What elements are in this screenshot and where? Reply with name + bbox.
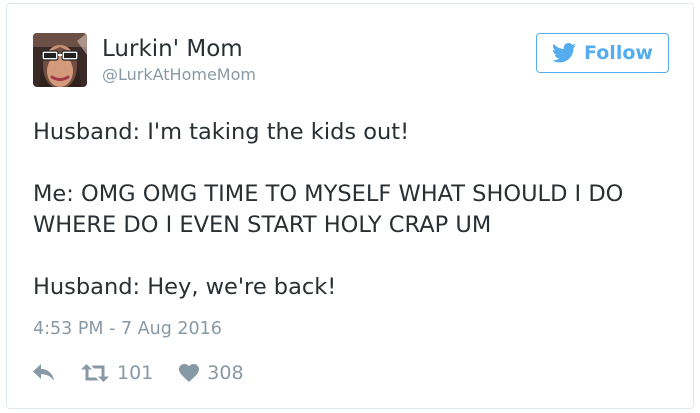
tweet-line-gap <box>33 241 673 272</box>
tweet-line-gap <box>33 148 673 179</box>
twitter-bird-icon <box>552 43 577 63</box>
tweet-timestamp[interactable]: 4:53 PM - 7 Aug 2016 <box>33 318 222 340</box>
follow-button-label: Follow <box>584 42 653 64</box>
like-button[interactable]: 308 <box>179 362 244 384</box>
reply-arrow-icon <box>33 364 54 381</box>
tweet-line: Me: OMG OMG TIME TO MYSELF WHAT SHOULD I… <box>33 181 624 207</box>
tweet-line: Husband: I'm taking the kids out! <box>33 119 410 145</box>
retweet-count: 101 <box>117 362 154 384</box>
retweet-button[interactable]: 101 <box>81 362 153 384</box>
tweet-card: Lurkin' Mom @LurkAtHomeMom Follow Husban… <box>6 3 694 409</box>
profile-photo-icon <box>33 33 87 87</box>
heart-icon <box>179 364 200 382</box>
tweet-line: WHERE DO I EVEN START HOLY CRAP UM <box>33 212 492 238</box>
user-handle[interactable]: @LurkAtHomeMom <box>102 65 256 85</box>
avatar[interactable] <box>33 33 87 87</box>
retweet-icon <box>81 364 109 382</box>
display-name[interactable]: Lurkin' Mom <box>102 35 243 63</box>
tweet-line: Husband: Hey, we're back! <box>33 274 337 300</box>
tweet-text: Husband: I'm taking the kids out! Me: OM… <box>33 117 673 303</box>
like-count: 308 <box>207 362 244 384</box>
tweet-actions: 101 308 <box>33 360 244 386</box>
reply-button[interactable] <box>33 364 55 382</box>
follow-button[interactable]: Follow <box>536 33 669 73</box>
